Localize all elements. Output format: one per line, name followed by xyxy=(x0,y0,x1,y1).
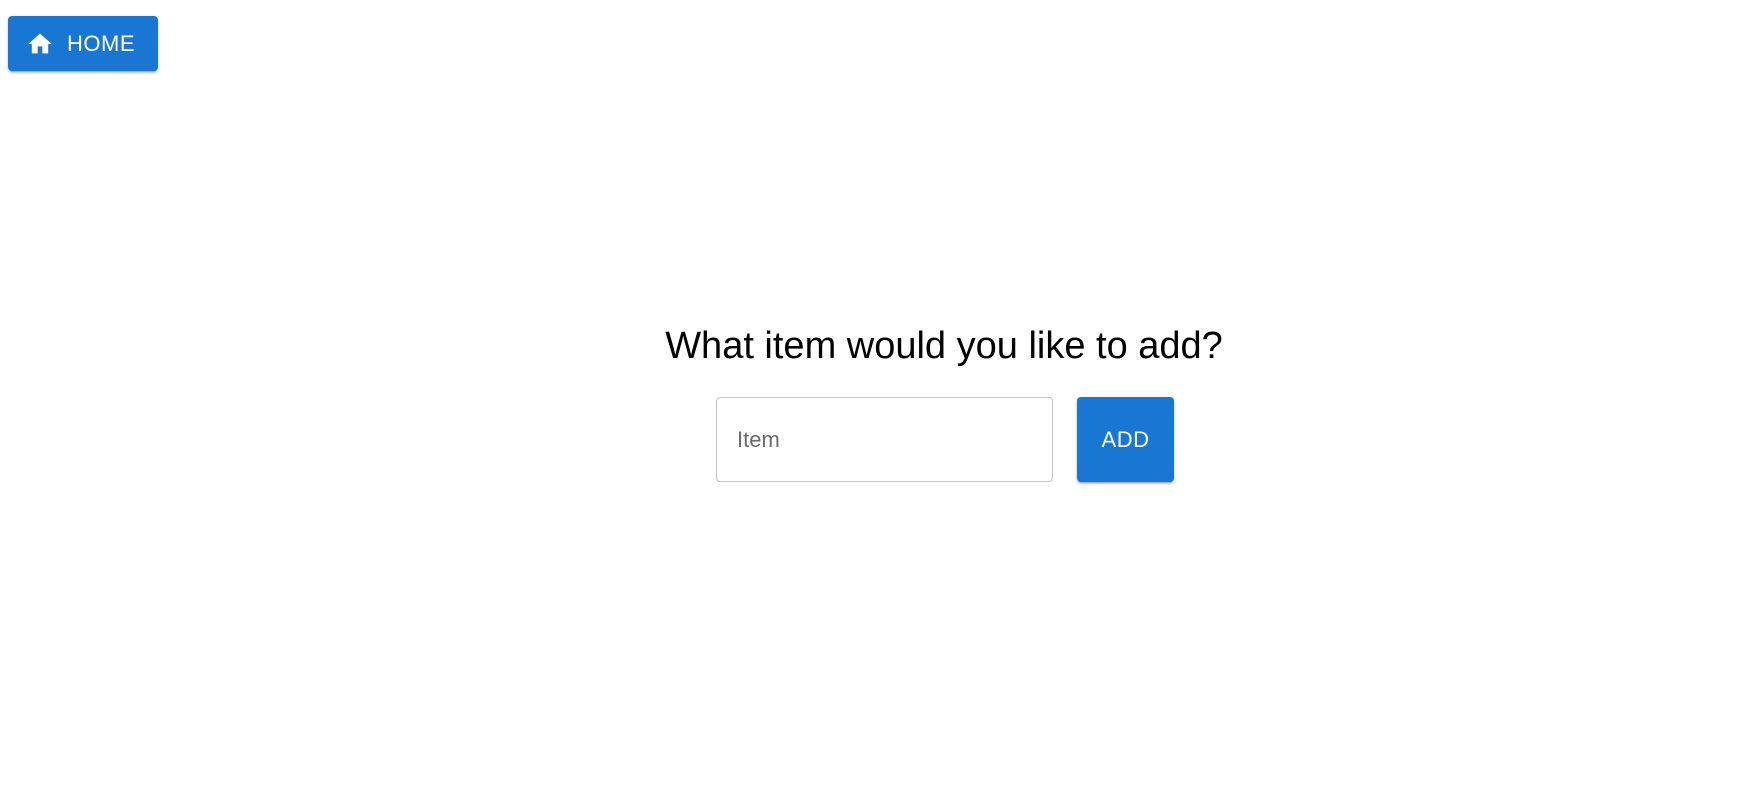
home-icon xyxy=(26,30,54,58)
page: HOME What item would you like to add? AD… xyxy=(0,0,1740,804)
home-button-label: HOME xyxy=(67,30,135,56)
item-input[interactable] xyxy=(716,397,1053,482)
home-button[interactable]: HOME xyxy=(8,16,158,71)
page-title: What item would you like to add? xyxy=(665,325,1223,367)
add-item-form: ADD xyxy=(716,397,1174,482)
add-button[interactable]: ADD xyxy=(1077,397,1174,482)
